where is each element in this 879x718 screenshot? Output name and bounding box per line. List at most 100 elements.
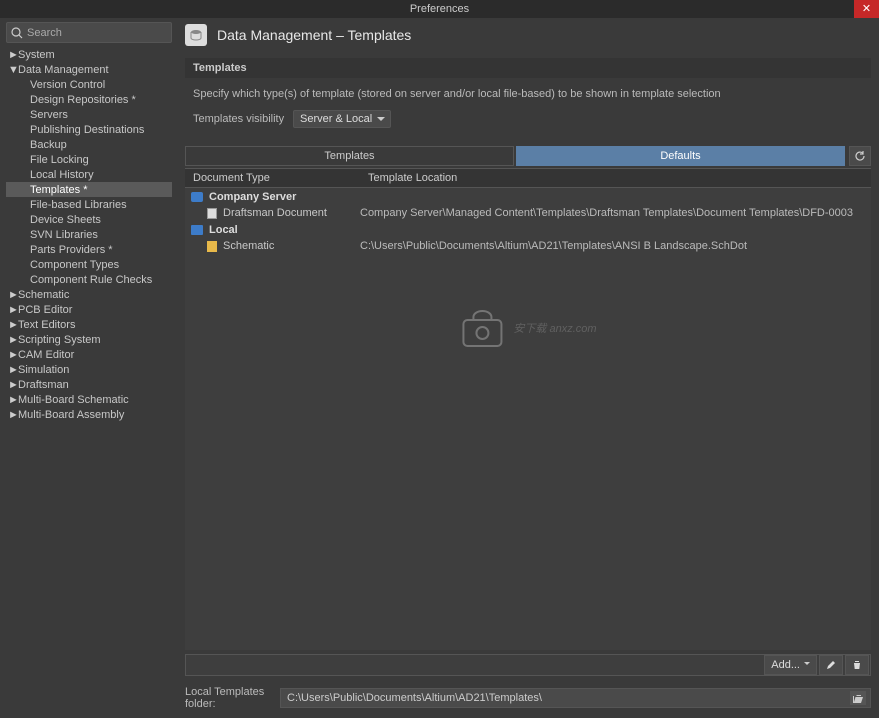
document-type: Draftsman Document <box>223 207 327 219</box>
tree-item[interactable]: ▼Data Management <box>6 62 172 77</box>
tree-item-label: Version Control <box>30 79 105 91</box>
page-title: Data Management – Templates <box>217 27 411 43</box>
tree-item[interactable]: ►Version Control <box>6 77 172 92</box>
tree-item-label: Component Rule Checks <box>30 274 152 286</box>
tree-item[interactable]: ►SVN Libraries <box>6 227 172 242</box>
tree-item[interactable]: ►Design Repositories * <box>6 92 172 107</box>
tree-item-label: Scripting System <box>18 334 101 346</box>
template-row[interactable]: Schematic C:\Users\Public\Documents\Altiu… <box>185 238 871 254</box>
tree-item-label: Local History <box>30 169 94 181</box>
local-folder-path[interactable]: C:\Users\Public\Documents\Altium\AD21\Te… <box>280 688 871 708</box>
tree-caret[interactable]: ► <box>8 49 18 61</box>
tree-caret[interactable]: ► <box>8 289 18 301</box>
tree-item-label: Publishing Destinations <box>30 124 144 136</box>
tree-caret[interactable]: ▼ <box>8 64 18 76</box>
tree-caret[interactable]: ► <box>8 394 18 406</box>
col-template-location[interactable]: Template Location <box>360 169 871 187</box>
close-button[interactable]: ✕ <box>854 0 879 18</box>
search-box[interactable] <box>6 22 172 43</box>
visibility-dropdown[interactable]: Server & Local <box>293 110 391 128</box>
tree-item[interactable]: ►Local History <box>6 167 172 182</box>
tree-item[interactable]: ►File Locking <box>6 152 172 167</box>
section-description: Specify which type(s) of template (store… <box>193 88 863 100</box>
tree-item[interactable]: ►Templates * <box>6 182 172 197</box>
tree-item-label: Schematic <box>18 289 69 301</box>
group-label: Local <box>209 224 238 236</box>
tree-item[interactable]: ►CAM Editor <box>6 347 172 362</box>
tree-item-label: System <box>18 49 55 61</box>
tree-item[interactable]: ►Text Editors <box>6 317 172 332</box>
tree-item-label: Simulation <box>18 364 69 376</box>
tree-item-label: Text Editors <box>18 319 75 331</box>
grid-body: 安下载 anxz.com Company Server Draftsman Doc… <box>185 188 871 650</box>
tree-item[interactable]: ►Schematic <box>6 287 172 302</box>
local-folder-label: Local Templates folder: <box>185 686 280 710</box>
tree-caret[interactable]: ► <box>8 409 18 421</box>
tab-defaults[interactable]: Defaults <box>516 146 845 166</box>
tree-caret[interactable]: ► <box>8 334 18 346</box>
tree-item-label: File Locking <box>30 154 89 166</box>
tree-caret[interactable]: ► <box>8 364 18 376</box>
watermark: 安下载 anxz.com <box>459 308 596 348</box>
edit-button[interactable] <box>819 655 843 675</box>
tree-item[interactable]: ►PCB Editor <box>6 302 172 317</box>
tree-caret[interactable]: ► <box>8 304 18 316</box>
tree-item[interactable]: ►System <box>6 47 172 62</box>
tree-item[interactable]: ►Device Sheets <box>6 212 172 227</box>
template-location: Company Server\Managed Content\Templates… <box>360 207 871 219</box>
tree-item-label: CAM Editor <box>18 349 74 361</box>
add-button[interactable]: Add... <box>764 655 817 675</box>
template-location: C:\Users\Public\Documents\Altium\AD21\Te… <box>360 240 871 252</box>
tree-item-label: SVN Libraries <box>30 229 98 241</box>
folder-open-icon <box>853 694 863 703</box>
group-label: Company Server <box>209 191 296 203</box>
refresh-button[interactable] <box>849 146 871 166</box>
tree-item-label: Multi-Board Schematic <box>18 394 129 406</box>
tree-item-label: Data Management <box>18 64 109 76</box>
delete-button[interactable] <box>845 655 869 675</box>
disk-icon <box>191 225 203 235</box>
tree-item[interactable]: ►Scripting System <box>6 332 172 347</box>
browse-folder-button[interactable] <box>850 691 866 705</box>
group-row[interactable]: Local <box>185 221 871 238</box>
refresh-icon <box>854 150 866 162</box>
tree-item[interactable]: ►Backup <box>6 137 172 152</box>
tab-templates[interactable]: Templates <box>185 146 514 166</box>
tree-item-label: Device Sheets <box>30 214 101 226</box>
tree-item-label: Parts Providers * <box>30 244 113 256</box>
tree-item[interactable]: ►Multi-Board Schematic <box>6 392 172 407</box>
tree-item-label: Servers <box>30 109 68 121</box>
tree-item[interactable]: ►Draftsman <box>6 377 172 392</box>
title-bar: Preferences ✕ <box>0 0 879 18</box>
nav-tree: ►System▼Data Management►Version Control►… <box>6 47 172 718</box>
pencil-icon <box>826 660 836 670</box>
tree-item[interactable]: ►Multi-Board Assembly <box>6 407 172 422</box>
tree-item[interactable]: ►File-based Libraries <box>6 197 172 212</box>
group-row[interactable]: Company Server <box>185 188 871 205</box>
template-row[interactable]: Draftsman Document Company Server\Managed… <box>185 205 871 221</box>
cloud-icon <box>191 192 203 202</box>
tree-caret[interactable]: ► <box>8 349 18 361</box>
search-input[interactable] <box>27 27 167 39</box>
visibility-label: Templates visibility <box>193 113 293 125</box>
tree-item[interactable]: ►Component Types <box>6 257 172 272</box>
tree-item[interactable]: ►Component Rule Checks <box>6 272 172 287</box>
tree-item[interactable]: ►Parts Providers * <box>6 242 172 257</box>
document-type: Schematic <box>223 240 274 252</box>
col-document-type[interactable]: Document Type <box>185 169 360 187</box>
search-icon <box>11 27 23 39</box>
main-panel: Data Management – Templates Templates Sp… <box>175 18 879 718</box>
tree-item-label: Design Repositories * <box>30 94 136 106</box>
tree-caret[interactable]: ► <box>8 319 18 331</box>
tree-item[interactable]: ►Servers <box>6 107 172 122</box>
tree-item-label: Component Types <box>30 259 119 271</box>
tree-item[interactable]: ►Simulation <box>6 362 172 377</box>
trash-icon <box>852 660 862 670</box>
file-icon <box>207 208 217 219</box>
action-bar: Add... <box>185 654 871 676</box>
tree-item[interactable]: ►Publishing Destinations <box>6 122 172 137</box>
tree-caret[interactable]: ► <box>8 379 18 391</box>
page-icon <box>185 24 207 46</box>
file-icon <box>207 241 217 252</box>
tree-item-label: File-based Libraries <box>30 199 127 211</box>
